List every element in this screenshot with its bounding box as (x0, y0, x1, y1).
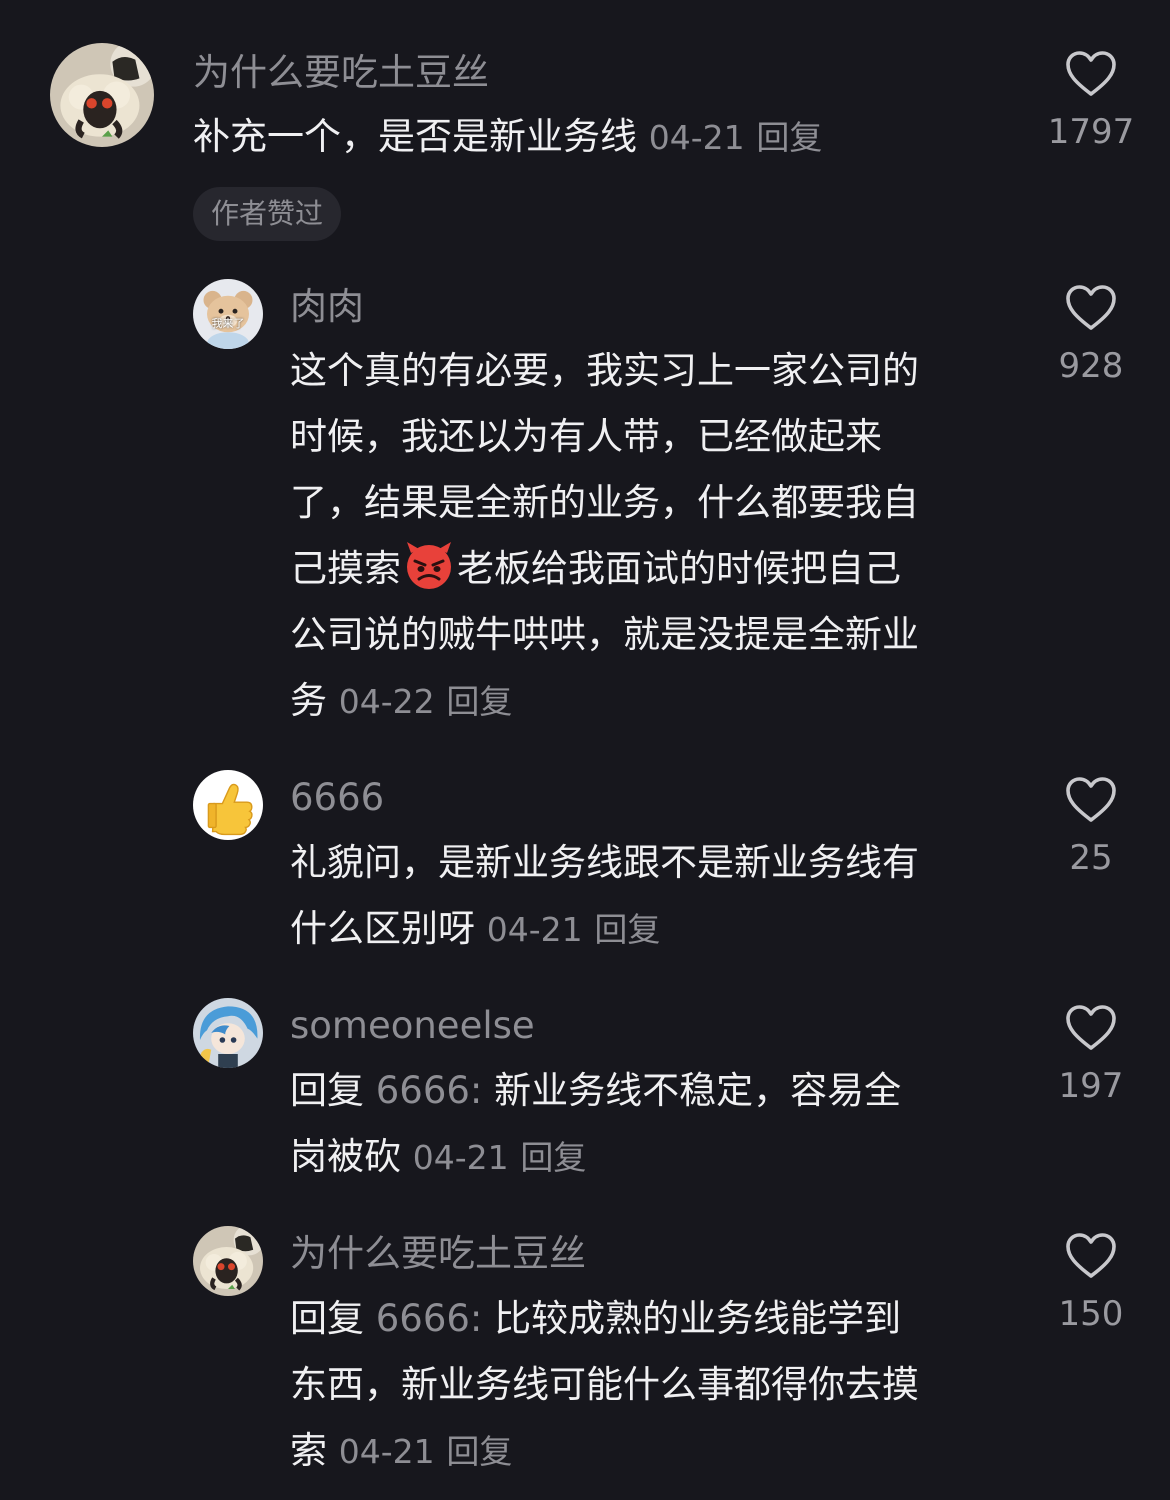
like-count: 25 (1069, 838, 1113, 878)
username[interactable]: 肉肉 (290, 282, 364, 332)
reply-target-username[interactable]: 6666: (376, 1297, 483, 1340)
comment-fragment: 老板给我面试的时候把自己 (457, 547, 901, 590)
sheep-avatar-icon (50, 43, 154, 147)
username[interactable]: 为什么要吃土豆丝 (290, 1229, 586, 1279)
comment-date: 04-21 (648, 118, 745, 157)
heart-icon (1065, 50, 1117, 98)
like-button[interactable]: 1797 (1041, 50, 1141, 152)
comment-line: 新业务线不稳定，容易全 (494, 1069, 902, 1112)
comment-line: 索 (290, 1429, 327, 1472)
comment-line: 公司说的贼牛哄哄，就是没提是全新业 (290, 613, 919, 656)
comment-line: 什么区别呀 (290, 907, 475, 950)
thumbs-up-avatar-icon (193, 770, 263, 840)
avatar[interactable] (50, 43, 154, 147)
like-button[interactable]: 197 (1041, 1004, 1141, 1106)
teddy-bear-avatar-icon (193, 279, 263, 349)
like-count: 197 (1058, 1066, 1124, 1106)
avatar[interactable] (193, 770, 263, 840)
like-count: 928 (1058, 346, 1124, 386)
comment-line: 这个真的有必要，我实习上一家公司的 (290, 349, 919, 392)
like-button[interactable]: 928 (1041, 284, 1141, 386)
heart-icon (1065, 776, 1117, 824)
comment-line: 比较成熟的业务线能学到 (494, 1297, 902, 1340)
avatar[interactable] (193, 1226, 263, 1296)
comment-text: 礼貌问，是新业务线跟不是新业务线有 什么区别呀 04-21 回复 (290, 830, 919, 963)
username[interactable]: 为什么要吃土豆丝 (193, 48, 489, 98)
comment-line: 务 (290, 679, 327, 722)
comment-line: 东西，新业务线可能什么事都得你去摸 (290, 1363, 919, 1406)
username[interactable]: someoneelse (290, 1001, 535, 1051)
reply-target-username[interactable]: 6666: (376, 1069, 483, 1112)
author-liked-badge: 作者赞过 (193, 187, 342, 241)
comment-text: 回复 6666: 新业务线不稳定，容易全 岗被砍 04-21 回复 (290, 1058, 901, 1191)
reply-button[interactable]: 回复 (594, 910, 660, 949)
comment-line: 礼貌问，是新业务线跟不是新业务线有 (290, 841, 919, 884)
avatar[interactable] (193, 998, 263, 1068)
avatar-caption: 我来了 (211, 317, 245, 330)
comment-text: 回复 6666: 比较成熟的业务线能学到 东西，新业务线可能什么事都得你去摸 索… (290, 1286, 919, 1485)
comment-line: 时候，我还以为有人带，已经做起来 (290, 415, 882, 458)
comment-date: 04-22 (338, 682, 435, 721)
reply-button[interactable]: 回复 (446, 1432, 512, 1471)
heart-icon (1065, 1232, 1117, 1280)
comment-date: 04-21 (338, 1432, 435, 1471)
comment-date: 04-21 (486, 910, 583, 949)
like-count: 150 (1058, 1294, 1124, 1334)
angry-devil-emoji-icon (403, 539, 455, 591)
username[interactable]: 6666 (290, 773, 384, 823)
reply-button[interactable]: 回复 (446, 682, 512, 721)
comment-line: 己摸索 老板给我面试的时候把自己 (290, 536, 919, 602)
like-button[interactable]: 25 (1041, 776, 1141, 878)
sheep-avatar-icon (193, 1226, 263, 1296)
comment-content: 补充一个，是否是新业务线 (193, 115, 637, 158)
avatar[interactable]: 我来了 (193, 279, 263, 349)
comment-thread: 为什么要吃土豆丝 补充一个，是否是新业务线 04-21 回复 作者赞过 1797… (0, 0, 1170, 1500)
heart-icon (1065, 1004, 1117, 1052)
comment-text: 补充一个，是否是新业务线 04-21 回复 (193, 104, 822, 171)
anime-character-avatar-icon (193, 998, 263, 1068)
comment-fragment: 己摸索 (290, 547, 401, 590)
heart-icon (1065, 284, 1117, 332)
reply-prefix: 回复 (290, 1069, 364, 1112)
like-count: 1797 (1047, 112, 1135, 152)
comment-line: 岗被砍 (290, 1135, 401, 1178)
reply-button[interactable]: 回复 (520, 1138, 586, 1177)
like-button[interactable]: 150 (1041, 1232, 1141, 1334)
reply-prefix: 回复 (290, 1297, 364, 1340)
comment-date: 04-21 (412, 1138, 509, 1177)
comment-text: 这个真的有必要，我实习上一家公司的 时候，我还以为有人带，已经做起来 了，结果是… (290, 338, 919, 735)
reply-button[interactable]: 回复 (756, 118, 822, 157)
comment-line: 了，结果是全新的业务，什么都要我自 (290, 481, 919, 524)
